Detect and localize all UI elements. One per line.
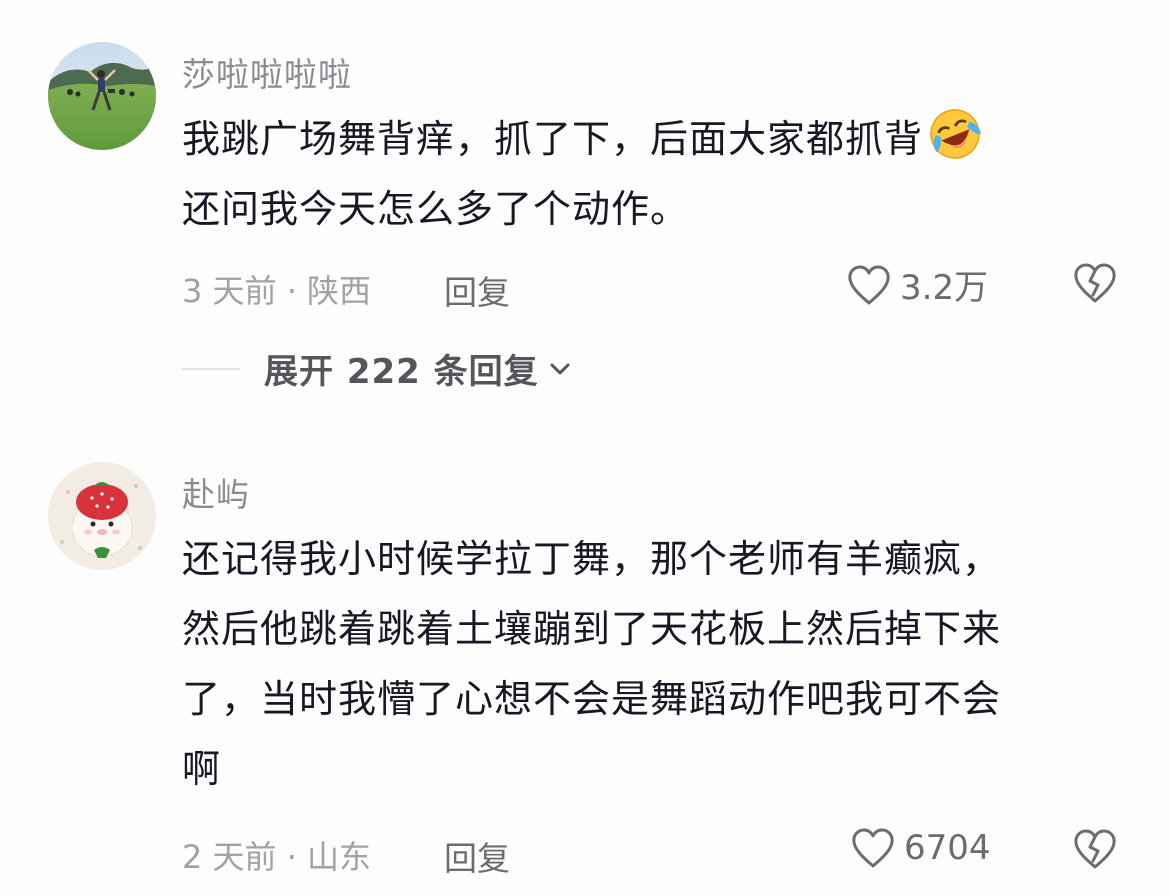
- chevron-down-icon: [550, 363, 570, 374]
- comment-text-line: 了，当时我懵了心想不会是舞蹈动作吧我可不会: [182, 677, 1002, 721]
- reply-button[interactable]: 回复: [444, 832, 510, 880]
- comment-text-line: 我跳广场舞背痒，抓了下，后面大家都抓背: [182, 104, 1122, 174]
- broken-heart-icon[interactable]: [1072, 261, 1118, 305]
- heart-outline-icon: [848, 265, 890, 304]
- username[interactable]: 莎啦啦啦啦: [182, 48, 352, 96]
- avatar-photo-meadow: [48, 42, 156, 150]
- comment-text: 我跳广场舞背痒，抓了下，后面大家都抓背 还问我今天怎么多了个动作。: [182, 104, 1122, 244]
- comment-text-line: 还记得我小时候学拉丁舞，那个老师有羊癫疯，: [182, 537, 1002, 581]
- laughing-crying-emoji-icon: [930, 109, 982, 159]
- time-location: 2 天前 · 山东: [182, 838, 372, 876]
- time-location: 3 天前 · 陕西: [182, 272, 372, 310]
- reply-button[interactable]: 回复: [444, 266, 510, 314]
- expand-replies-label: 展开 222 条回复: [264, 352, 539, 392]
- like-button[interactable]: 3.2万: [846, 260, 988, 309]
- expand-replies-button[interactable]: 展开 222 条回复: [182, 344, 573, 393]
- avatar-photo-plush: [48, 462, 156, 570]
- comment-item-1: 莎啦啦啦啦 我跳广场舞背痒，抓了下，后面大家都抓背 还问我今天怎么多了个动作。 …: [0, 0, 1170, 420]
- username[interactable]: 赴屿: [182, 468, 250, 516]
- avatar[interactable]: [48, 42, 156, 150]
- like-button[interactable]: 6704: [850, 826, 991, 870]
- divider: [182, 367, 240, 370]
- comment-text-line: 然后他跳着跳着土壤蹦到了天花板上然后掉下来: [182, 607, 1002, 651]
- broken-heart-icon[interactable]: [1072, 827, 1118, 871]
- comment-text: 还记得我小时候学拉丁舞，那个老师有羊癫疯， 然后他跳着跳着土壤蹦到了天花板上然后…: [182, 524, 1122, 804]
- heart-outline-icon: [852, 828, 894, 868]
- avatar[interactable]: [48, 462, 156, 570]
- comment-text-line: 啊: [182, 747, 222, 791]
- comment-item-2: 赴屿 还记得我小时候学拉丁舞，那个老师有羊癫疯， 然后他跳着跳着土壤蹦到了天花板…: [0, 420, 1170, 896]
- like-count: 6704: [904, 828, 991, 868]
- like-count: 3.2万: [900, 268, 989, 308]
- comment-text-line: 还问我今天怎么多了个动作。: [182, 187, 690, 231]
